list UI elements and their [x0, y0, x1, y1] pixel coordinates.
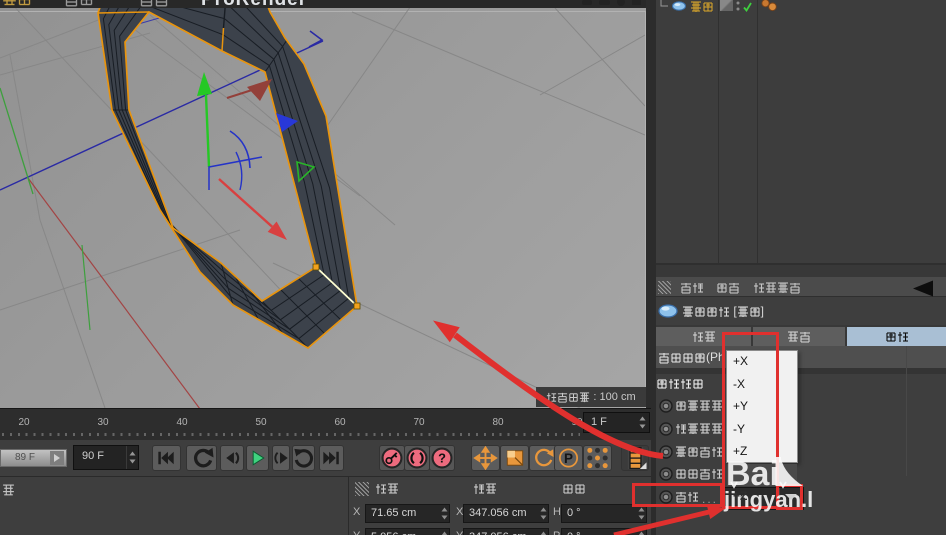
svg-text:?: ? — [438, 450, 446, 465]
svg-text:P: P — [564, 451, 573, 466]
